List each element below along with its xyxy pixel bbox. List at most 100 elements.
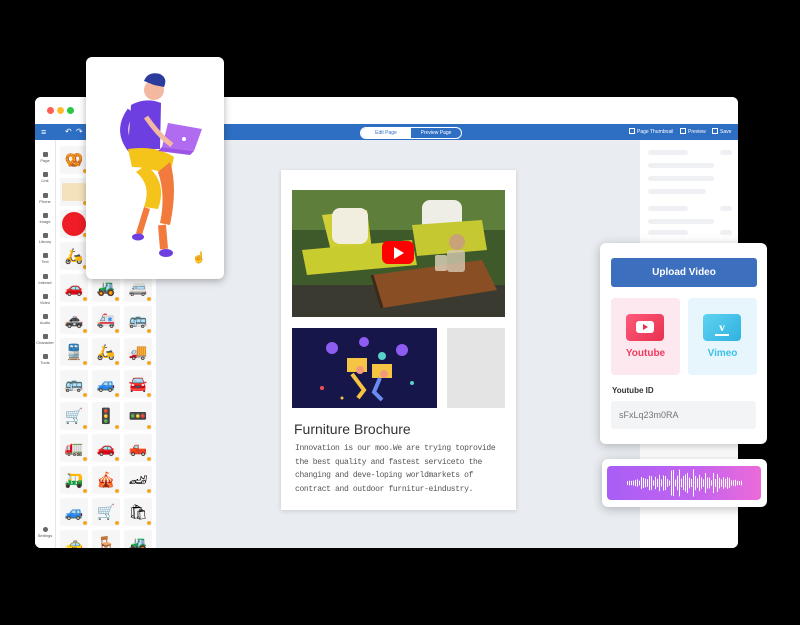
asset-item[interactable]: 🚙: [60, 498, 88, 526]
ambulance-icon: 🚑: [96, 312, 116, 329]
motorbike-icon: 🛵: [96, 344, 116, 361]
upload-video-button[interactable]: Upload Video: [611, 258, 757, 287]
bread-icon: 🥨: [64, 152, 84, 169]
maximize-window-button[interactable]: [67, 107, 74, 114]
nav-item-page[interactable]: Page: [35, 152, 55, 163]
asset-item[interactable]: 🚙: [92, 370, 120, 398]
nav-item-phone[interactable]: Phone: [35, 193, 55, 204]
prop-line: [648, 230, 688, 235]
asset-item[interactable]: 🚕: [60, 530, 88, 548]
asset-item[interactable]: 🚘: [124, 370, 152, 398]
nav-label: Tools: [40, 360, 50, 365]
nav-item-library[interactable]: Library: [35, 233, 55, 244]
nav-item-image[interactable]: Image: [35, 213, 55, 224]
preview-page-tab[interactable]: Preview Page: [411, 128, 461, 138]
nav-item-audio[interactable]: Audio: [35, 314, 55, 325]
waveform-bar: [631, 480, 632, 486]
asset-item[interactable]: 🚦: [92, 402, 120, 430]
undo-icon[interactable]: ↶: [65, 124, 72, 140]
waveform-bar: [723, 477, 724, 489]
video-thumbnail[interactable]: [292, 190, 505, 317]
asset-item[interactable]: [60, 210, 88, 238]
asset-item[interactable]: 🚓: [60, 306, 88, 334]
save-button[interactable]: Save: [712, 124, 731, 140]
prop-line: [648, 219, 714, 224]
waveform-bar: [733, 480, 734, 486]
audio-card[interactable]: [602, 459, 767, 507]
asset-item[interactable]: 🏎: [124, 466, 152, 494]
waveform-bar: [653, 480, 654, 486]
prop-toggle[interactable]: [720, 230, 732, 235]
asset-item[interactable]: 🚜: [124, 530, 152, 548]
brochure-page[interactable]: Furniture Brochure Innovation is our moo…: [281, 170, 516, 510]
waveform-bar: [693, 469, 694, 497]
waveform-bar: [663, 475, 664, 491]
close-window-button[interactable]: [47, 107, 54, 114]
bus-icon: 🚌: [128, 312, 148, 329]
nav-item-video[interactable]: Video: [35, 294, 55, 305]
menu-icon[interactable]: ≡: [41, 124, 46, 140]
asset-item[interactable]: [60, 178, 88, 206]
character-card[interactable]: ☝: [86, 57, 224, 279]
youtube-option[interactable]: Youtube: [611, 298, 680, 375]
page-thumbnail-button[interactable]: Page Thumbnail: [629, 124, 673, 140]
asset-item[interactable]: 🛵: [60, 242, 88, 270]
asset-item[interactable]: 🛒: [92, 498, 120, 526]
waveform-bar: [627, 481, 628, 485]
nav-item-settings[interactable]: Settings: [35, 527, 55, 538]
asset-item[interactable]: 🚆: [60, 338, 88, 366]
asset-item[interactable]: 🚌: [60, 370, 88, 398]
nav-item-character[interactable]: Character: [35, 334, 55, 345]
signal-icon: 🚥: [128, 408, 148, 425]
asset-item[interactable]: 🚌: [124, 306, 152, 334]
asset-item[interactable]: 🚚: [124, 338, 152, 366]
image-placeholder[interactable]: [447, 328, 505, 408]
nav-item-link[interactable]: Link: [35, 172, 55, 183]
nav-item-interact[interactable]: Interact: [35, 274, 55, 285]
redo-icon[interactable]: ↷: [76, 124, 83, 140]
preview-label: Preview: [688, 129, 706, 135]
asset-item[interactable]: 🪑: [92, 530, 120, 548]
waveform-bar: [677, 475, 678, 491]
nav-label: Audio: [39, 320, 51, 325]
prop-toggle[interactable]: [720, 150, 732, 155]
youtube-id-input[interactable]: [611, 401, 756, 429]
audio-waveform[interactable]: [607, 466, 761, 500]
waveform-bar: [679, 469, 680, 497]
left-nav: Page Link Phone Image Library Text Inter…: [35, 140, 56, 548]
waveform-bar: [661, 479, 662, 487]
asset-item[interactable]: 🚗: [60, 274, 88, 302]
nav-item-text[interactable]: Text: [35, 253, 55, 264]
preview-button[interactable]: Preview: [680, 124, 706, 140]
asset-item[interactable]: 🚑: [92, 306, 120, 334]
asset-item[interactable]: 🛵: [92, 338, 120, 366]
minimize-window-button[interactable]: [57, 107, 64, 114]
asset-item[interactable]: 🛺: [60, 466, 88, 494]
asset-item[interactable]: 🥨: [60, 146, 88, 174]
interact-icon: [42, 274, 48, 279]
waveform-bar: [717, 474, 718, 492]
page-body-text[interactable]: Innovation is our moo.We are trying topr…: [295, 442, 505, 496]
prop-toggle[interactable]: [720, 206, 732, 211]
sand-icon: [62, 183, 86, 201]
vimeo-option[interactable]: v Vimeo: [688, 298, 757, 375]
asset-item[interactable]: 🛍: [124, 498, 152, 526]
prop-line: [648, 189, 706, 194]
waveform-bar: [713, 472, 714, 494]
asset-item[interactable]: 🛻: [124, 434, 152, 462]
asset-item[interactable]: 🎪: [92, 466, 120, 494]
page-title[interactable]: Furniture Brochure: [294, 421, 411, 437]
waveform-bar: [737, 480, 738, 486]
play-button[interactable]: [382, 241, 414, 264]
page-thumbnail-label: Page Thumbnail: [637, 129, 674, 135]
link-icon: [42, 172, 48, 177]
edit-page-tab[interactable]: Edit Page: [361, 128, 411, 138]
asset-item[interactable]: 🚗: [92, 434, 120, 462]
nav-label: Settings: [37, 533, 53, 538]
asset-item[interactable]: 🚛: [60, 434, 88, 462]
prop-line: [648, 206, 688, 211]
asset-item[interactable]: 🛒: [60, 402, 88, 430]
delivery-truck-icon: 🚛: [64, 440, 84, 457]
nav-item-tools[interactable]: Tools: [35, 354, 55, 365]
asset-item[interactable]: 🚥: [124, 402, 152, 430]
